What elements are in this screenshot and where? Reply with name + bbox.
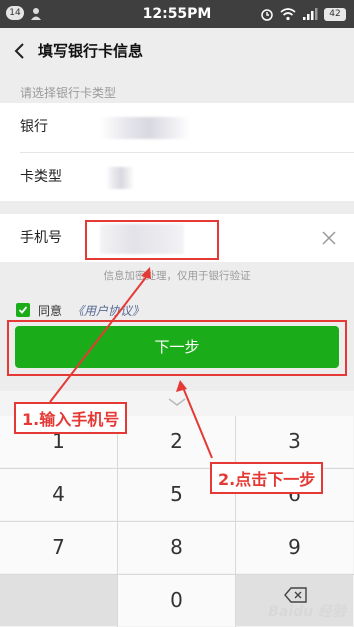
key-divider bbox=[0, 574, 354, 575]
check-icon bbox=[18, 306, 28, 314]
card-type-label: 卡类型 bbox=[20, 169, 62, 185]
bank-card-info-group: 银行 卡类型 bbox=[0, 103, 354, 201]
key-4[interactable]: 4 bbox=[0, 469, 117, 520]
step2-annotation: 2.点击下一步 bbox=[210, 462, 324, 494]
watermark: Baidu 经验 bbox=[268, 604, 346, 620]
key-0[interactable]: 0 bbox=[118, 575, 235, 626]
agree-text: 同意 bbox=[38, 303, 63, 318]
chevron-left-icon[interactable] bbox=[10, 39, 30, 63]
key-2[interactable]: 2 bbox=[118, 416, 235, 467]
keyboard-hide-icon[interactable] bbox=[165, 397, 189, 407]
key-blank bbox=[0, 575, 117, 626]
phone-highlight-box bbox=[85, 220, 219, 260]
navigation-bar: 填写银行卡信息 bbox=[0, 28, 354, 74]
alarm-icon bbox=[261, 9, 273, 21]
agreement-row: 同意 《用户协议》 bbox=[16, 302, 144, 318]
card-type-row[interactable]: 卡类型 bbox=[0, 153, 354, 202]
page-title: 填写银行卡信息 bbox=[38, 42, 144, 60]
section-label: 请选择银行卡类型 bbox=[20, 86, 117, 100]
card-type-value-blurred bbox=[106, 167, 134, 189]
signal-icon bbox=[303, 8, 318, 20]
bank-value-blurred bbox=[100, 117, 190, 139]
key-9[interactable]: 9 bbox=[236, 522, 353, 573]
bank-label: 银行 bbox=[20, 119, 48, 135]
agree-checkbox[interactable] bbox=[16, 303, 30, 317]
user-agreement-link[interactable]: 《用户协议》 bbox=[72, 302, 144, 319]
key-divider bbox=[0, 521, 354, 522]
key-7[interactable]: 7 bbox=[0, 522, 117, 573]
phone-label: 手机号 bbox=[20, 230, 62, 246]
security-hint: 信息加密处理，仅用于银行验证 bbox=[103, 270, 251, 282]
key-8[interactable]: 8 bbox=[118, 522, 235, 573]
bank-row[interactable]: 银行 bbox=[0, 103, 354, 153]
button-highlight-box bbox=[7, 320, 347, 376]
key-3[interactable]: 3 bbox=[236, 416, 353, 467]
clear-icon[interactable] bbox=[322, 231, 336, 245]
wifi-icon bbox=[280, 8, 296, 21]
step1-annotation: 1.输入手机号 bbox=[14, 402, 128, 434]
status-bar: 14 12:55PM 42 bbox=[0, 0, 354, 28]
battery-icon: 42 bbox=[324, 7, 346, 21]
